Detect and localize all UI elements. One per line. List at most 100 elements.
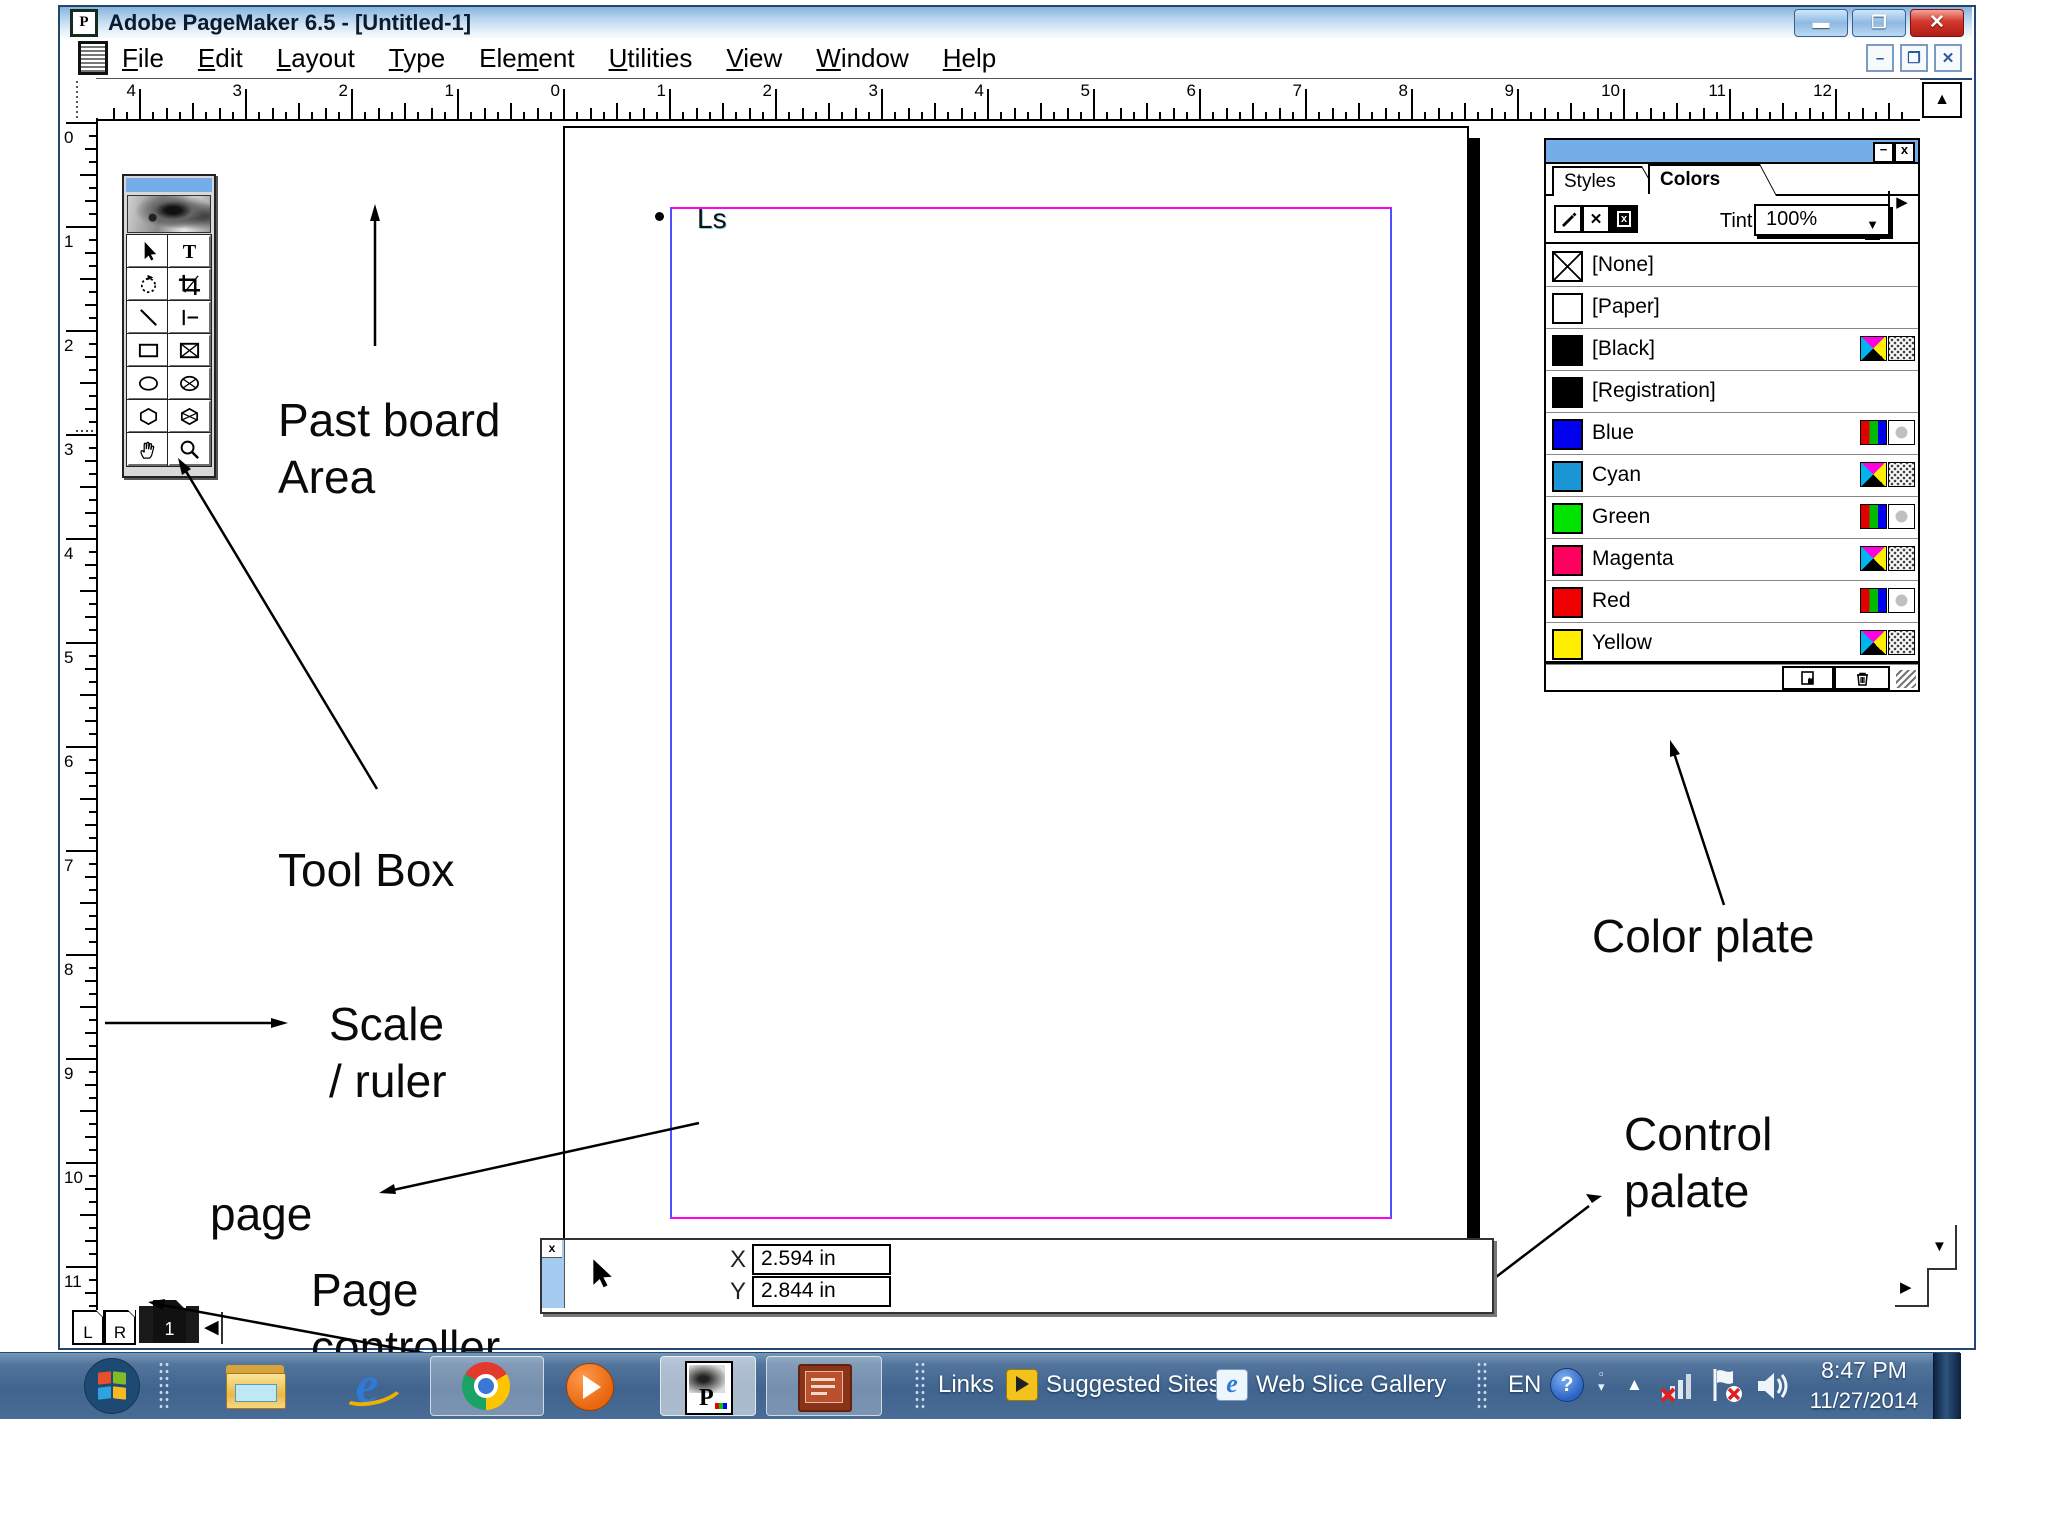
halftone-model-icon[interactable] <box>1888 546 1915 571</box>
halftone-model-icon[interactable] <box>1888 630 1915 655</box>
tool-line[interactable] <box>126 300 171 335</box>
control-palette-handle[interactable]: x <box>542 1240 565 1308</box>
fill-button[interactable]: x <box>1610 205 1638 233</box>
menu-utilities[interactable]: Utilities <box>609 43 693 74</box>
scroll-up-button[interactable]: ▲ <box>1922 82 1962 118</box>
doc-restore-button[interactable]: ❐ <box>1900 44 1928 72</box>
powerpoint-button[interactable] <box>766 1356 882 1416</box>
suggested-sites-icon[interactable] <box>1006 1369 1038 1401</box>
new-color-button[interactable] <box>1782 666 1834 690</box>
doc-minimize-button[interactable]: – <box>1866 44 1894 72</box>
menu-type[interactable]: Type <box>389 43 445 74</box>
rgb-model-icon[interactable] <box>1860 588 1887 613</box>
y-coordinate-field[interactable]: 2.844 in <box>752 1276 891 1307</box>
halftone-model-icon[interactable] <box>1888 462 1915 487</box>
color-row-registration[interactable]: [Registration] <box>1546 370 1918 413</box>
ruler-zero-point[interactable] <box>60 78 98 120</box>
toolbox-titlebar[interactable] <box>126 178 212 192</box>
web-slice-icon[interactable]: e <box>1216 1369 1248 1401</box>
tool-polygon-frame[interactable] <box>167 399 212 434</box>
tab-colors[interactable]: Colors <box>1648 164 1776 194</box>
clock[interactable]: 8:47 PM 11/27/2014 <box>1798 1357 1930 1415</box>
explorer-button[interactable] <box>226 1365 286 1409</box>
tray-mini-arrows[interactable]: ▫ ▾ <box>1598 1367 1605 1393</box>
cmyk-model-icon[interactable] <box>1860 546 1887 571</box>
start-button[interactable] <box>84 1358 140 1414</box>
color-row-red[interactable]: Red <box>1546 580 1918 623</box>
tool-hand[interactable] <box>126 432 171 467</box>
taskbar-grip[interactable] <box>1476 1361 1488 1411</box>
scroll-right-button[interactable]: ▶ <box>1900 1278 1912 1296</box>
web-slice-gallery-label[interactable]: Web Slice Gallery <box>1256 1371 1446 1399</box>
palette-close-button[interactable]: x <box>1894 142 1915 163</box>
current-page-button[interactable]: 1 <box>153 1300 186 1343</box>
circle-model-icon[interactable] <box>1888 420 1915 445</box>
chevron-down-icon[interactable]: ▼ <box>1865 212 1880 240</box>
scroll-down-button[interactable]: ▼ <box>1932 1238 1947 1255</box>
menu-element[interactable]: Element <box>479 43 574 74</box>
tab-styles[interactable]: Styles <box>1552 166 1658 194</box>
chrome-button[interactable] <box>430 1356 544 1416</box>
menu-file[interactable]: File <box>122 43 164 74</box>
left-master-page[interactable]: L <box>72 1310 104 1345</box>
media-player-button[interactable] <box>564 1361 618 1413</box>
restore-button[interactable]: ❐ <box>1852 8 1906 37</box>
show-desktop-button[interactable] <box>1933 1353 1961 1419</box>
vertical-ruler[interactable]: 0 1 2 3 4 5 6 7 8 9 10 11 <box>60 118 98 1316</box>
rgb-model-icon[interactable] <box>1860 504 1887 529</box>
tool-text[interactable]: T <box>167 234 212 269</box>
minimize-button[interactable]: ▬ <box>1794 8 1848 37</box>
both-button[interactable]: ✕ <box>1582 205 1610 233</box>
color-row-yellow[interactable]: Yellow <box>1546 622 1918 665</box>
doc-close-button[interactable]: ✕ <box>1934 44 1962 72</box>
x-coordinate-field[interactable]: 2.594 in <box>752 1244 891 1275</box>
control-close-button[interactable]: x <box>542 1240 562 1258</box>
cmyk-model-icon[interactable] <box>1860 630 1887 655</box>
menu-layout[interactable]: Layout <box>277 43 355 74</box>
color-row-green[interactable]: Green <box>1546 496 1918 539</box>
menu-help[interactable]: Help <box>943 43 996 74</box>
cmyk-model-icon[interactable] <box>1860 462 1887 487</box>
page-text[interactable]: Ls <box>697 203 727 235</box>
volume-icon[interactable] <box>1756 1369 1792 1403</box>
rgb-model-icon[interactable] <box>1860 420 1887 445</box>
tool-rotate[interactable] <box>126 267 171 302</box>
palette-minimize-button[interactable]: − <box>1873 142 1894 163</box>
circle-model-icon[interactable] <box>1888 504 1915 529</box>
halftone-model-icon[interactable] <box>1888 336 1915 361</box>
menu-edit[interactable]: Edit <box>198 43 243 74</box>
suggested-sites-label[interactable]: Suggested Sites <box>1046 1371 1221 1399</box>
help-tray-icon[interactable]: ? <box>1550 1368 1584 1402</box>
stroke-button[interactable] <box>1554 205 1582 233</box>
tint-dropdown[interactable]: 100% ▼ <box>1754 204 1890 240</box>
language-indicator[interactable]: EN <box>1508 1371 1541 1399</box>
tool-ellipse[interactable] <box>126 366 171 401</box>
links-label[interactable]: Links <box>938 1371 994 1399</box>
tool-zoom[interactable] <box>167 432 212 467</box>
color-row-magenta[interactable]: Magenta <box>1546 538 1918 581</box>
color-row-black[interactable]: [Black] <box>1546 328 1918 371</box>
color-row-cyan[interactable]: Cyan <box>1546 454 1918 497</box>
delete-color-button[interactable] <box>1834 666 1890 690</box>
close-button[interactable]: ✕ <box>1910 8 1964 37</box>
menu-window[interactable]: Window <box>816 43 908 74</box>
tool-crop[interactable] <box>167 267 212 302</box>
internet-explorer-button[interactable]: e <box>337 1359 407 1413</box>
color-row-paper[interactable]: [Paper] <box>1546 286 1918 329</box>
horizontal-ruler[interactable]: 4 3 2 1 0 1 2 3 4 5 6 7 8 9 10 11 12 <box>96 78 1920 121</box>
action-center-flag-icon[interactable] <box>1708 1367 1744 1405</box>
color-row-blue[interactable]: Blue <box>1546 412 1918 455</box>
tool-constrained-line[interactable] <box>167 300 212 335</box>
colors-palette-titlebar[interactable]: − x <box>1546 140 1918 164</box>
pagemaker-button[interactable]: P <box>660 1356 756 1416</box>
taskbar-grip[interactable] <box>914 1361 926 1411</box>
taskbar-grip[interactable] <box>158 1361 170 1411</box>
network-icon[interactable] <box>1660 1369 1698 1403</box>
color-row-none[interactable]: [None] <box>1546 244 1918 287</box>
page-scroll-left-arrow[interactable]: ◀ <box>204 1316 219 1339</box>
tool-polygon[interactable] <box>126 399 171 434</box>
resize-grip[interactable] <box>1896 670 1916 688</box>
show-hidden-icons[interactable]: ▲ <box>1626 1375 1643 1395</box>
tool-ellipse-frame[interactable] <box>167 366 212 401</box>
document-icon[interactable] <box>78 41 108 75</box>
